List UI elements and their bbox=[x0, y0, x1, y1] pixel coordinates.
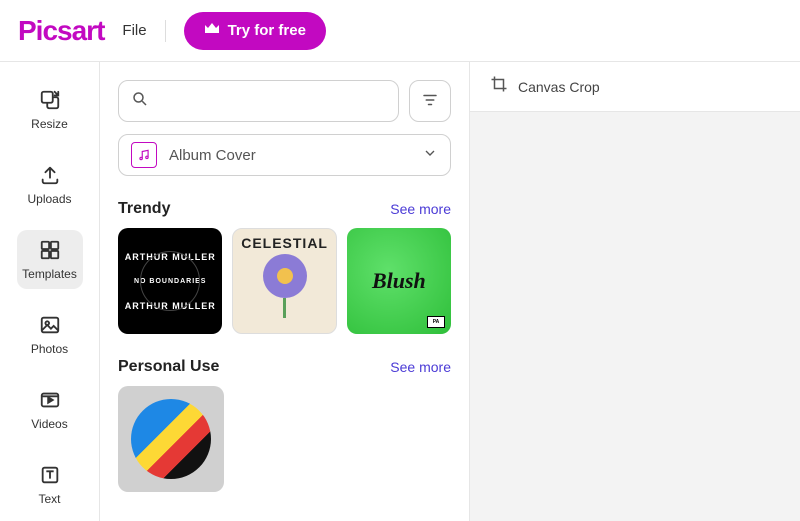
templates-panel: Album Cover Trendy See more ARTHUR MULLE… bbox=[100, 62, 470, 521]
sidebar-item-text[interactable]: Text bbox=[17, 455, 83, 514]
search-icon bbox=[131, 90, 149, 113]
divider bbox=[165, 20, 166, 42]
flower-icon bbox=[263, 254, 307, 298]
left-sidebar: Resize Uploads Templates Photos Videos bbox=[0, 62, 100, 521]
category-selector[interactable]: Album Cover bbox=[118, 134, 451, 176]
filter-icon bbox=[421, 91, 439, 112]
section-trendy: Trendy See more ARTHUR MULLER NO BOUNDAR… bbox=[118, 200, 451, 334]
see-more-link[interactable]: See more bbox=[390, 359, 451, 375]
sidebar-item-label: Uploads bbox=[27, 192, 71, 206]
template-thumb[interactable]: Blush PA bbox=[347, 228, 451, 334]
stem bbox=[283, 298, 286, 318]
chevron-down-icon bbox=[422, 145, 438, 166]
sidebar-item-label: Templates bbox=[22, 267, 77, 281]
sidebar-item-label: Photos bbox=[31, 342, 68, 356]
try-for-free-button[interactable]: Try for free bbox=[184, 12, 326, 50]
search-row bbox=[118, 80, 451, 122]
see-more-link[interactable]: See more bbox=[390, 201, 451, 217]
logo: Picsart bbox=[18, 15, 104, 47]
canvas-toolbar: Canvas Crop bbox=[470, 62, 800, 112]
photos-icon bbox=[38, 313, 62, 337]
section-title: Trendy bbox=[118, 200, 170, 218]
thumb-text: CELESTIAL bbox=[241, 235, 328, 251]
abstract-art-icon bbox=[131, 399, 211, 479]
template-thumb[interactable] bbox=[118, 386, 224, 492]
section-title: Personal Use bbox=[118, 358, 219, 376]
category-label: Album Cover bbox=[169, 147, 422, 164]
text-icon bbox=[38, 463, 62, 487]
sidebar-item-uploads[interactable]: Uploads bbox=[17, 155, 83, 214]
sidebar-item-label: Videos bbox=[31, 417, 67, 431]
videos-icon bbox=[38, 388, 62, 412]
file-menu[interactable]: File bbox=[122, 22, 146, 39]
canvas-crop-button[interactable]: Canvas Crop bbox=[518, 79, 600, 95]
app-header: Picsart File Try for free bbox=[0, 0, 800, 62]
sidebar-item-videos[interactable]: Videos bbox=[17, 380, 83, 439]
section-personal-use: Personal Use See more bbox=[118, 358, 451, 492]
main-area: Resize Uploads Templates Photos Videos bbox=[0, 62, 800, 521]
thumb-text: Blush bbox=[372, 268, 426, 294]
sidebar-item-photos[interactable]: Photos bbox=[17, 305, 83, 364]
sidebar-item-templates[interactable]: Templates bbox=[17, 230, 83, 289]
thumb-row: ARTHUR MULLER NO BOUNDARIES ARTHUR MULLE… bbox=[118, 228, 451, 334]
template-thumb[interactable]: CELESTIAL bbox=[232, 228, 336, 334]
try-label: Try for free bbox=[228, 22, 306, 39]
sidebar-item-label: Resize bbox=[31, 117, 68, 131]
canvas-area: Canvas Crop bbox=[470, 62, 800, 521]
sidebar-item-resize[interactable]: Resize bbox=[17, 80, 83, 139]
thumb-row bbox=[118, 386, 451, 492]
crop-icon[interactable] bbox=[490, 75, 508, 98]
sidebar-item-label: Text bbox=[38, 492, 60, 506]
search-field[interactable] bbox=[157, 93, 386, 109]
resize-icon bbox=[38, 88, 62, 112]
filter-button[interactable] bbox=[409, 80, 451, 122]
template-thumb[interactable]: ARTHUR MULLER NO BOUNDARIES ARTHUR MULLE… bbox=[118, 228, 222, 334]
templates-icon bbox=[38, 238, 62, 262]
advisory-icon: PA bbox=[427, 316, 445, 328]
crown-icon bbox=[204, 22, 220, 40]
upload-icon bbox=[38, 163, 62, 187]
music-note-icon bbox=[131, 142, 157, 168]
search-input[interactable] bbox=[118, 80, 399, 122]
